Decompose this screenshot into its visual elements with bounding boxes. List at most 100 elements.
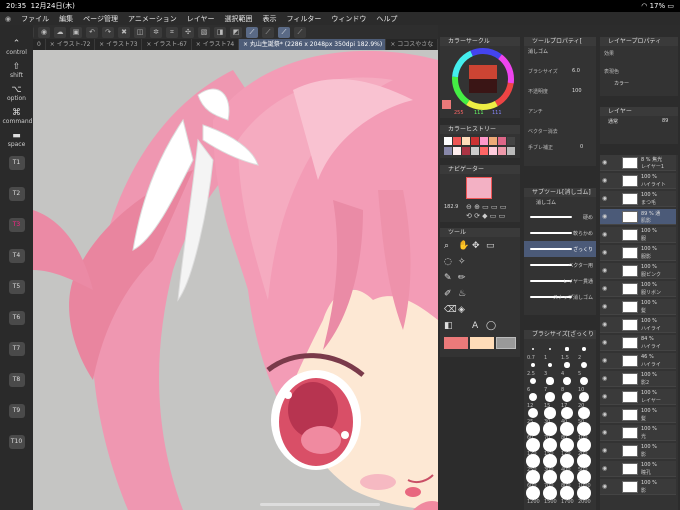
brush-size-dot[interactable] (562, 392, 572, 402)
visibility-eye-icon[interactable]: ◉ (602, 303, 607, 310)
tool-header[interactable]: ツール (440, 228, 520, 237)
invert-icon[interactable]: ◨ (214, 26, 226, 38)
visibility-eye-icon[interactable]: ◉ (602, 321, 607, 328)
brush-size-dot[interactable] (577, 406, 591, 420)
brush-size-dot[interactable] (560, 438, 574, 452)
tab-document[interactable]: × イラスト73 (95, 39, 143, 50)
lasso-tool-icon[interactable]: ◌ (444, 257, 452, 267)
color-history-header[interactable]: カラーヒストリー (440, 125, 520, 134)
visibility-eye-icon[interactable]: ◉ (602, 465, 607, 472)
brush-size-dot[interactable] (577, 438, 591, 452)
layer-row[interactable]: ◉ 46 % ハイライ (600, 353, 676, 369)
menu-help[interactable]: ヘルプ (371, 14, 402, 24)
history-swatch[interactable] (453, 147, 461, 155)
menu-filter[interactable]: フィルター (282, 14, 327, 24)
t7-key[interactable]: T7 (8, 342, 25, 356)
drawing-canvas[interactable] (33, 50, 438, 510)
brush-size-dot[interactable] (526, 470, 540, 484)
menu-selection[interactable]: 選択範囲 (220, 14, 258, 24)
brush-size-dot[interactable] (564, 362, 570, 368)
history-swatch[interactable] (462, 137, 470, 145)
layer-row[interactable]: ◉ 100 % 瞳孔 (600, 461, 676, 477)
snap-edge-icon[interactable]: ⟋ (294, 26, 306, 38)
brush-item[interactable]: スナップ消しゴム (524, 289, 596, 305)
visibility-eye-icon[interactable]: ◉ (602, 249, 607, 256)
visibility-eye-icon[interactable]: ◉ (602, 411, 607, 418)
brush-size-dot[interactable] (529, 377, 537, 385)
t6-key[interactable]: T6 (8, 311, 25, 325)
history-swatch[interactable] (507, 137, 515, 145)
brush-size-dot[interactable] (527, 407, 539, 419)
visibility-eye-icon[interactable]: ◉ (602, 393, 607, 400)
fill-tool-icon[interactable]: ◧ (444, 321, 453, 331)
layer-row[interactable]: ◉ 100 % 服影 (600, 245, 676, 261)
tab-document[interactable]: × ココスやさな (386, 39, 438, 50)
shift-key[interactable]: ⇧ shift (3, 62, 31, 79)
tab-document[interactable]: × イラスト-67 (142, 39, 192, 50)
layer-row[interactable]: ◉ 100 % 影 (600, 479, 676, 495)
brush-item[interactable]: 軟らかめ (524, 225, 596, 241)
brush-size-dot[interactable] (582, 347, 586, 351)
brush-size-dot[interactable] (546, 377, 554, 385)
history-swatch[interactable] (444, 147, 452, 155)
layer-row[interactable]: ◉ 100 % 服 (600, 227, 676, 243)
layer-row[interactable]: ◉ 100 % 影2 (600, 371, 676, 387)
blend-tool-icon[interactable]: ◈ (458, 305, 465, 315)
cloud-icon[interactable]: ☁ (54, 26, 66, 38)
brush-size-dot[interactable] (548, 347, 552, 351)
menu-animation[interactable]: アニメーション (123, 14, 182, 24)
t10-key[interactable]: T10 (8, 435, 25, 449)
visibility-eye-icon[interactable]: ◉ (602, 195, 607, 202)
main-color-swatch[interactable] (442, 100, 451, 109)
brush-size-dot[interactable] (543, 454, 557, 468)
space-key[interactable]: ▬ space (3, 131, 31, 148)
layer-row[interactable]: ◉ 100 % レイヤー (600, 389, 676, 405)
brush-item[interactable]: ベクター用 (524, 257, 596, 273)
brush-size-dot[interactable] (578, 391, 590, 403)
layer-header[interactable]: レイヤー (600, 107, 678, 116)
brush-size-dot[interactable] (560, 486, 574, 500)
layer-property-header[interactable]: レイヤープロパティ (600, 37, 678, 46)
brush-size-dot[interactable] (543, 486, 557, 500)
tab-document[interactable]: 0 (33, 39, 46, 50)
visibility-eye-icon[interactable]: ◉ (602, 177, 607, 184)
menu-edit[interactable]: 編集 (54, 14, 78, 24)
select-layer-icon[interactable]: ◩ (230, 26, 242, 38)
color-circle-header[interactable]: カラーサークル (440, 37, 520, 46)
history-swatch[interactable] (498, 147, 506, 155)
color-mode-select[interactable]: カラー (614, 80, 629, 87)
brush-size-header[interactable]: ブラシサイズ[ざっくり (524, 330, 596, 339)
redo-icon[interactable]: ↷ (102, 26, 114, 38)
visibility-eye-icon[interactable]: ◉ (602, 483, 607, 490)
settings-icon[interactable]: ✲ (150, 26, 162, 38)
t5-key[interactable]: T5 (8, 280, 25, 294)
menu-view[interactable]: 表示 (258, 14, 282, 24)
t1-key[interactable]: T1 (8, 156, 25, 170)
brush-size-dot[interactable] (526, 486, 540, 500)
option-key[interactable]: ⌥ option (3, 85, 31, 102)
history-swatch[interactable] (480, 137, 488, 145)
brush-size-dot[interactable] (579, 376, 589, 386)
tab-document[interactable]: × イラスト-72 (46, 39, 96, 50)
history-swatch[interactable] (471, 137, 479, 145)
brush-size-dot[interactable] (543, 422, 557, 436)
transparent-color-chip[interactable] (496, 337, 516, 349)
history-swatch[interactable] (453, 137, 461, 145)
history-swatch[interactable] (498, 137, 506, 145)
crop-icon[interactable]: ⌗ (166, 26, 178, 38)
brush-item[interactable]: 硬め (524, 209, 596, 225)
history-swatch[interactable] (489, 137, 497, 145)
visibility-eye-icon[interactable]: ◉ (602, 429, 607, 436)
layer-row[interactable]: ◉ 100 % 髪 (600, 299, 676, 315)
t3-key[interactable]: T3 (8, 218, 25, 232)
visibility-eye-icon[interactable]: ◉ (602, 267, 607, 274)
snap-special-icon[interactable]: ⟋ (262, 26, 274, 38)
brush-size-dot[interactable] (560, 454, 574, 468)
history-swatch[interactable] (462, 147, 470, 155)
deselect-icon[interactable]: ▧ (198, 26, 210, 38)
layer-row[interactable]: ◉ 89 % 通肌影 (600, 209, 676, 225)
subtool-group[interactable]: 消しゴム (536, 199, 556, 206)
brush-size-dot[interactable] (577, 470, 591, 484)
brush-size-dot[interactable] (543, 470, 557, 484)
brush-size-dot[interactable] (565, 347, 569, 351)
